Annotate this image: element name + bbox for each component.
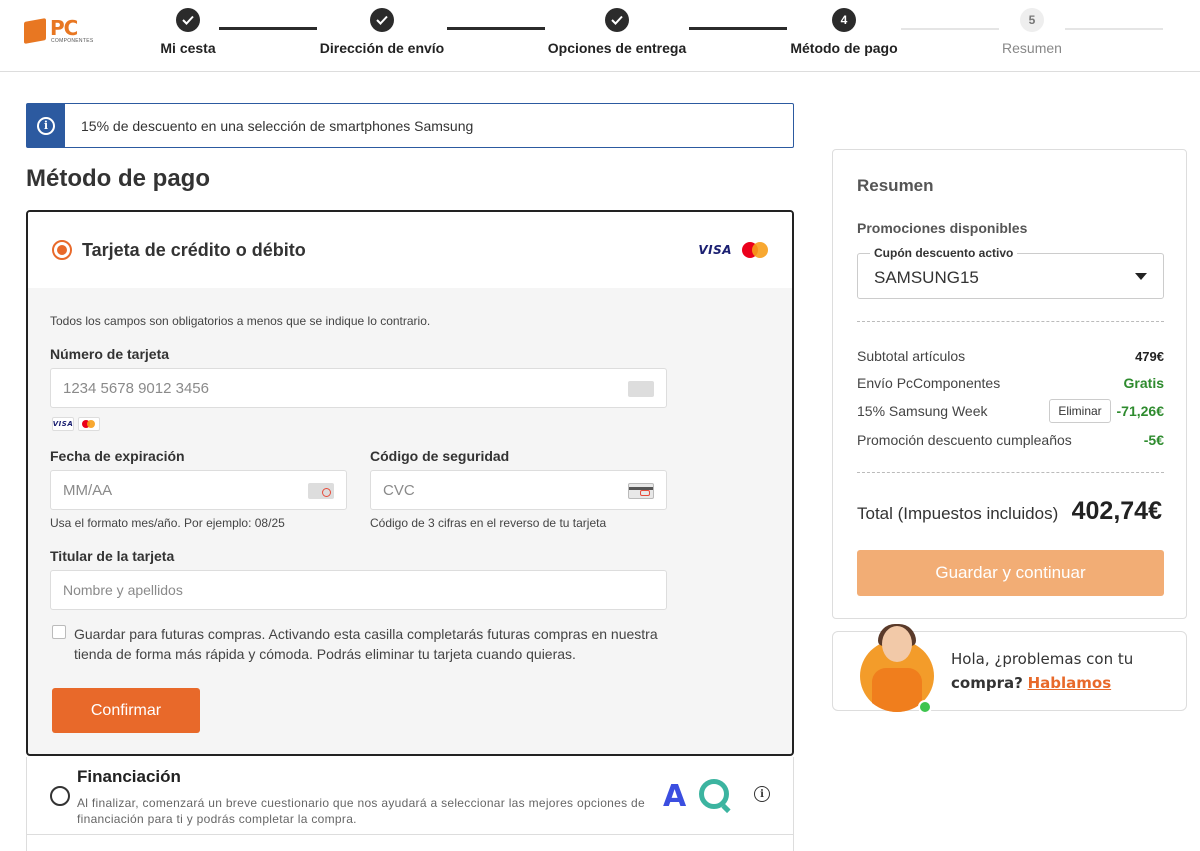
hablamos-link[interactable]: Hablamos [1028,674,1112,692]
remove-promo-button[interactable]: Eliminar [1049,399,1111,423]
promotions-label: Promociones disponibles [857,220,1028,236]
banner-text: 15% de descuento en una selección de sma… [81,117,474,134]
card-number-field[interactable] [50,368,667,408]
summary-row: Promoción descuento cumpleaños -5€ [857,432,1164,448]
required-fields-note: Todos los campos son obligatorios a meno… [50,314,431,328]
step-mi-cesta[interactable]: Mi cesta [128,8,248,56]
step-direccion-envio[interactable]: Dirección de envío [302,8,462,56]
expiry-field[interactable] [50,470,347,510]
card-icon [628,381,654,397]
step-label: Método de pago [790,40,898,56]
check-icon [176,8,200,32]
financing-option[interactable]: Financiación Al finalizar, comenzará un … [26,757,794,835]
info-icon[interactable]: i [754,786,770,802]
financing-description: Al finalizar, comenzará un breve cuestio… [77,796,646,826]
page-title: Método de pago [26,165,210,192]
accepted-cards: VISA [52,417,100,431]
mastercard-chip-icon [78,417,100,431]
confirm-button[interactable]: Confirmar [52,688,200,733]
divider [857,321,1164,322]
save-continue-button[interactable]: Guardar y continuar [857,550,1164,596]
save-card-text: Guardar para futuras compras. Activando … [74,626,658,662]
summary-title: Resumen [857,176,934,195]
cvc-field[interactable] [370,470,667,510]
save-card-checkbox[interactable] [52,625,66,639]
step-opciones-entrega[interactable]: Opciones de entrega [537,8,697,56]
check-icon [370,8,394,32]
logo-box-icon [24,18,46,44]
holder-field[interactable] [50,570,667,610]
cvc-input[interactable] [383,481,624,499]
financing-title: Financiación [77,767,181,786]
card-number-input[interactable] [63,379,576,397]
card-cvc-icon [628,483,654,499]
logo-subtext: COMPONENTES [51,38,94,44]
summary-row-label: Promoción descuento cumpleaños [857,432,1072,448]
total-value: 402,74€ [1071,497,1162,525]
coupon-legend: Cupón descuento activo [870,246,1018,260]
coupon-value: SAMSUNG15 [874,268,979,287]
card-number-label: Número de tarjeta [50,346,170,362]
help-line-1: Hola, ¿problemas con tu [951,650,1134,668]
summary-row-value: 479€ [1135,348,1164,364]
holder-input[interactable] [63,582,576,598]
summary-row: Envío PcComponentes Gratis [857,375,1164,391]
summary-row-label: Subtotal artículos [857,348,966,364]
online-status-icon [918,700,932,714]
visa-chip-icon: VISA [52,417,74,431]
pccomponentes-logo[interactable]: PC COMPONENTES [24,18,96,46]
step-number: 5 [1020,8,1044,32]
card-payment-option[interactable]: Tarjeta de crédito o débito VISA [28,212,792,288]
check-icon [605,8,629,32]
step-resumen: 5 Resumen [982,8,1082,56]
summary-row-value: -5€ [1143,432,1164,448]
step-connector [689,27,787,30]
mastercard-logo-icon [742,242,768,258]
banner-icon-box: i [27,104,65,147]
card-payment-title: Tarjeta de crédito o débito [82,239,306,260]
provider-q-logo-icon [699,779,729,809]
expiry-hint: Usa el formato mes/año. Por ejemplo: 08/… [50,516,285,530]
step-label: Dirección de envío [319,40,445,56]
summary-row-label: Envío PcComponentes [857,375,1001,391]
visa-logo-icon: VISA [698,243,732,257]
agent-avatar [858,624,936,712]
card-payment-panel: Tarjeta de crédito o débito VISA Todos l… [26,210,794,756]
order-summary: Resumen Promociones disponibles Cupón de… [832,149,1187,619]
total-label: Total (Impuestos incluidos) [857,504,1059,523]
help-text: Hola, ¿problemas con tu compra? Hablamos [951,647,1133,695]
radio-selected-dot [57,245,67,255]
summary-row-label: 15% Samsung Week [857,403,988,419]
checkout-header: PC COMPONENTES Mi cesta Dirección de env… [0,0,1200,72]
chevron-down-icon [1135,273,1147,280]
financing-radio[interactable] [50,786,70,806]
summary-row-value: Gratis [1123,375,1164,391]
holder-label: Titular de la tarjeta [50,548,175,564]
summary-row: Subtotal artículos 479€ [857,348,1164,364]
logo-text: PC [50,16,78,40]
step-label: Resumen [1002,40,1062,56]
card-expiry-icon [308,483,334,499]
expiry-label: Fecha de expiración [50,448,185,464]
divider [857,472,1164,473]
card-payment-radio[interactable] [52,240,72,260]
summary-row-value: -71,26€ [1116,403,1164,419]
summary-row: 15% Samsung Week Eliminar -71,26€ [857,399,1164,423]
step-metodo-pago: 4 Método de pago [774,8,914,56]
help-line-2: compra? [951,674,1023,692]
aplazame-logo-icon: A [663,779,687,814]
expiry-input[interactable] [63,481,304,499]
next-payment-option [26,835,794,851]
info-icon: i [37,116,55,135]
coupon-select[interactable]: Cupón descuento activo SAMSUNG15 [857,246,1164,299]
promo-banner: i 15% de descuento en una selección de s… [26,103,794,148]
cvc-label: Código de seguridad [370,448,510,464]
help-chat-widget[interactable]: Hola, ¿problemas con tu compra? Hablamos [832,624,1187,714]
card-brand-logos: VISA [698,242,768,258]
step-label: Opciones de entrega [547,40,687,56]
step-label: Mi cesta [160,40,216,56]
step-number: 4 [832,8,856,32]
cvc-hint: Código de 3 cifras en el reverso de tu t… [370,516,607,530]
